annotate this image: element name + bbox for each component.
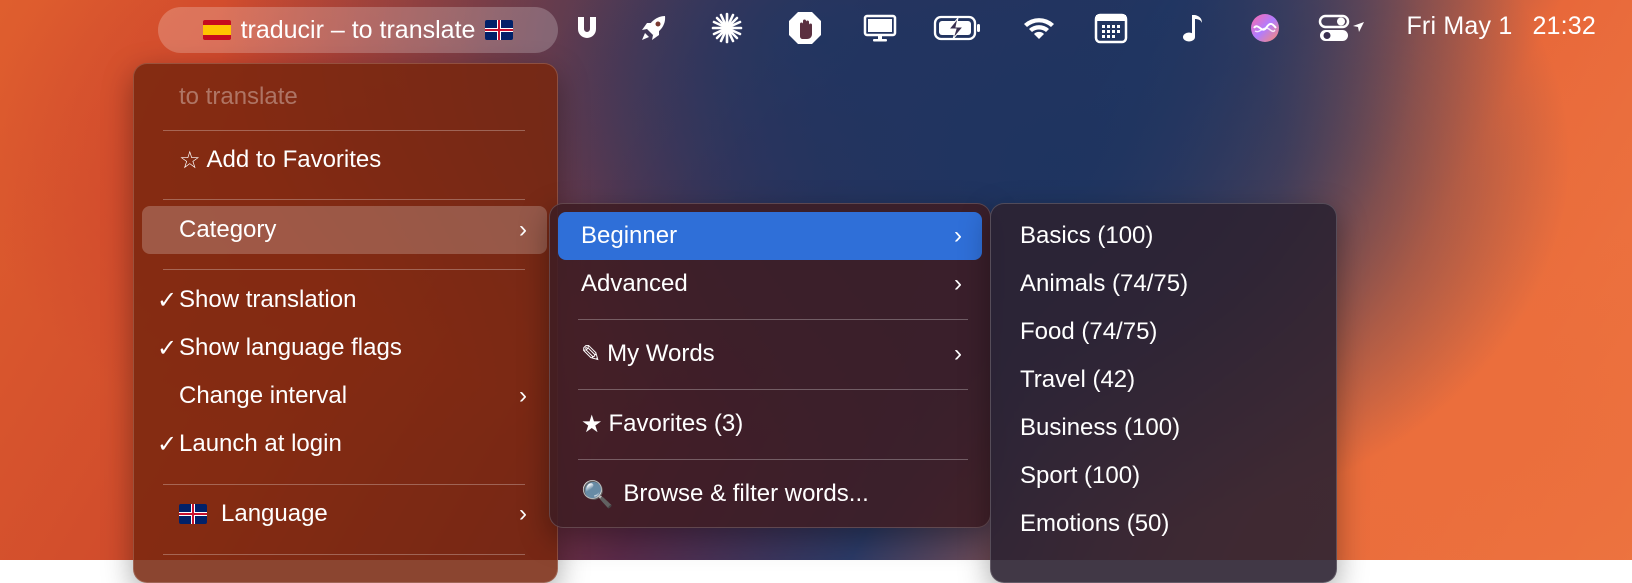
menu-separator [163, 130, 525, 131]
item-label: Animals (74/75) [1020, 270, 1189, 297]
advanced-label: Advanced [581, 270, 688, 297]
menu-separator [578, 389, 968, 390]
advanced-item[interactable]: Advanced › [558, 260, 982, 308]
chevron-right-icon: › [954, 340, 962, 367]
category-submenu: Beginner › Advanced › ✎ My Words › ★ Fav… [549, 203, 991, 528]
chevron-right-icon: › [519, 500, 527, 527]
language-item[interactable]: Language › [142, 490, 547, 538]
uk-flag-icon [485, 20, 514, 40]
show-language-flags-item[interactable]: ✓ Show language flags [142, 324, 547, 372]
rocket-icon[interactable] [638, 12, 670, 44]
menu-bar: traducir – to translate Fri May 1 21:32 [0, 0, 1632, 56]
add-to-favorites-item[interactable]: ☆ Add to Favorites [142, 136, 547, 184]
category-label: Category [179, 216, 277, 243]
item-label: Emotions (50) [1020, 510, 1170, 537]
app-title: traducir – to translate [240, 15, 476, 44]
favorites-item[interactable]: ★ Favorites (3) [558, 400, 982, 448]
change-interval-item[interactable]: Change interval › [142, 372, 547, 420]
menu-separator [578, 319, 968, 320]
beginner-submenu: Basics (100) Animals (74/75) Food (74/75… [990, 203, 1337, 583]
clock-date: Fri May 1 [1406, 12, 1513, 40]
display-icon[interactable] [862, 12, 898, 44]
chevron-right-icon: › [519, 216, 527, 243]
chevron-right-icon: › [954, 222, 962, 249]
browse-filter-label: Browse & filter words... [623, 480, 869, 507]
item-label: Travel (42) [1020, 366, 1136, 393]
battery-charging-icon[interactable] [932, 12, 984, 44]
change-interval-label: Change interval [179, 382, 348, 409]
chevron-right-icon: › [519, 382, 527, 409]
music-note-icon[interactable] [1180, 12, 1204, 44]
checkmark-icon: ✓ [157, 334, 178, 362]
show-language-flags-label: Show language flags [179, 334, 402, 361]
star-outline-icon: ☆ [179, 146, 201, 174]
menu-bar-clock[interactable]: Fri May 1 21:32 [1406, 12, 1596, 41]
u-icon[interactable] [574, 12, 600, 44]
category-item[interactable]: Category › [142, 206, 547, 254]
submenu-item-sport[interactable]: Sport (100) [999, 452, 1329, 500]
calendar-icon[interactable] [1094, 12, 1128, 44]
spain-flag-icon [202, 20, 231, 40]
uk-flag-icon [179, 504, 207, 524]
siri-icon[interactable] [1249, 12, 1281, 44]
beginner-item[interactable]: Beginner › [558, 212, 982, 260]
pencil-icon: ✎ [581, 340, 602, 368]
launch-at-login-label: Launch at login [179, 430, 342, 457]
add-to-favorites-label: Add to Favorites [206, 146, 382, 173]
launch-at-login-item[interactable]: ✓ Launch at login [142, 420, 547, 468]
checkmark-icon: ✓ [157, 430, 178, 458]
star-filled-icon: ★ [581, 410, 603, 438]
clock-time: 21:32 [1532, 12, 1596, 40]
item-label: Sport (100) [1020, 462, 1141, 489]
control-center-icon[interactable] [1318, 12, 1368, 44]
checkmark-icon: ✓ [157, 286, 178, 314]
wifi-icon[interactable] [1022, 12, 1056, 44]
submenu-item-food[interactable]: Food (74/75) [999, 308, 1329, 356]
item-label: Business (100) [1020, 414, 1181, 441]
menu-separator [163, 554, 525, 555]
show-translation-label: Show translation [179, 286, 357, 313]
sparkle-icon[interactable] [710, 12, 744, 44]
chevron-right-icon: › [954, 270, 962, 297]
submenu-item-animals[interactable]: Animals (74/75) [999, 260, 1329, 308]
browse-filter-item[interactable]: 🔍 Browse & filter words... [558, 470, 982, 518]
submenu-item-emotions[interactable]: Emotions (50) [999, 500, 1329, 548]
menu-header-word: to translate [142, 73, 547, 121]
menu-separator [163, 199, 525, 200]
app-menu-extra[interactable]: traducir – to translate [158, 7, 558, 53]
app-dropdown-menu: to translate ☆ Add to Favorites Category… [133, 63, 558, 583]
magnifier-icon: 🔍 [581, 478, 614, 509]
favorites-label: Favorites (3) [608, 410, 744, 437]
my-words-item[interactable]: ✎ My Words › [558, 330, 982, 378]
my-words-label: My Words [607, 340, 715, 367]
submenu-item-business[interactable]: Business (100) [999, 404, 1329, 452]
item-label: Basics (100) [1020, 222, 1154, 249]
language-label: Language [221, 500, 328, 527]
item-label: Food (74/75) [1020, 318, 1158, 345]
submenu-item-travel[interactable]: Travel (42) [999, 356, 1329, 404]
menu-separator [163, 269, 525, 270]
beginner-label: Beginner [581, 222, 678, 249]
menu-separator [163, 484, 525, 485]
menu-separator [578, 459, 968, 460]
menu-header-label: to translate [179, 83, 298, 110]
show-translation-item[interactable]: ✓ Show translation [142, 276, 547, 324]
submenu-item-basics[interactable]: Basics (100) [999, 212, 1329, 260]
hand-stop-icon[interactable] [788, 12, 822, 44]
